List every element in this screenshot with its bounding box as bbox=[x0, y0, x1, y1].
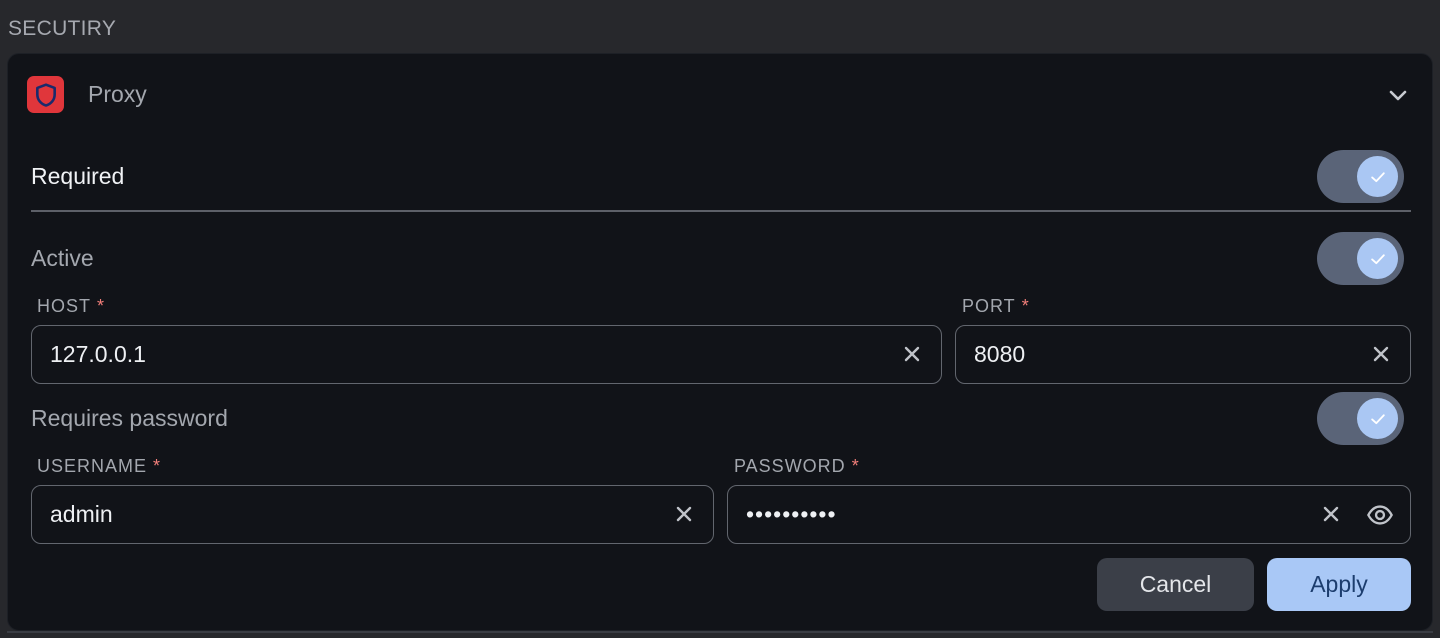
shield-icon bbox=[27, 76, 64, 113]
divider bbox=[7, 631, 1433, 633]
port-value: 8080 bbox=[974, 341, 1026, 367]
username-value: admin bbox=[50, 501, 113, 527]
close-icon[interactable] bbox=[672, 502, 696, 526]
required-label: Required bbox=[31, 163, 125, 189]
required-row: Required bbox=[31, 150, 1411, 204]
active-row: Active bbox=[31, 232, 1411, 286]
port-label: PORT * bbox=[962, 296, 1030, 317]
chevron-down-icon[interactable] bbox=[1386, 83, 1410, 107]
requires-password-label: Requires password bbox=[31, 405, 228, 431]
username-input[interactable]: admin bbox=[31, 485, 714, 544]
required-toggle[interactable] bbox=[1317, 150, 1404, 203]
check-icon bbox=[1370, 413, 1385, 424]
proxy-card: Proxy Required Active HOST * PORT * 127.… bbox=[7, 53, 1433, 631]
close-icon[interactable] bbox=[1369, 342, 1393, 366]
requires-password-toggle[interactable] bbox=[1317, 392, 1404, 445]
cancel-button[interactable]: Cancel bbox=[1097, 558, 1254, 611]
toggle-knob bbox=[1357, 238, 1398, 279]
apply-button[interactable]: Apply bbox=[1267, 558, 1411, 611]
password-input[interactable]: •••••••••• bbox=[727, 485, 1411, 544]
active-label: Active bbox=[31, 245, 94, 271]
active-toggle[interactable] bbox=[1317, 232, 1404, 285]
toggle-knob bbox=[1357, 156, 1398, 197]
host-input[interactable]: 127.0.0.1 bbox=[31, 325, 942, 384]
toggle-knob bbox=[1357, 398, 1398, 439]
check-icon bbox=[1370, 253, 1385, 264]
proxy-card-header[interactable]: Proxy bbox=[8, 54, 1432, 136]
password-label: PASSWORD * bbox=[734, 456, 860, 477]
required-asterisk: * bbox=[97, 296, 106, 316]
close-icon[interactable] bbox=[900, 342, 924, 366]
password-value: •••••••••• bbox=[746, 501, 837, 527]
required-asterisk: * bbox=[153, 456, 162, 476]
host-value: 127.0.0.1 bbox=[50, 341, 146, 367]
section-title: SECUTIRY bbox=[8, 17, 117, 40]
eye-icon[interactable] bbox=[1366, 501, 1394, 529]
port-input[interactable]: 8080 bbox=[955, 325, 1411, 384]
requires-password-row: Requires password bbox=[31, 392, 1411, 446]
close-icon[interactable] bbox=[1319, 502, 1343, 526]
check-icon bbox=[1370, 171, 1385, 182]
host-label-text: HOST bbox=[37, 296, 92, 316]
password-label-text: PASSWORD bbox=[734, 456, 846, 476]
required-asterisk: * bbox=[851, 456, 860, 476]
username-label-text: USERNAME bbox=[37, 456, 148, 476]
card-title: Proxy bbox=[88, 81, 147, 107]
divider bbox=[31, 210, 1411, 212]
username-label: USERNAME * bbox=[37, 456, 161, 477]
port-label-text: PORT bbox=[962, 296, 1016, 316]
host-label: HOST * bbox=[37, 296, 105, 317]
required-asterisk: * bbox=[1021, 296, 1030, 316]
